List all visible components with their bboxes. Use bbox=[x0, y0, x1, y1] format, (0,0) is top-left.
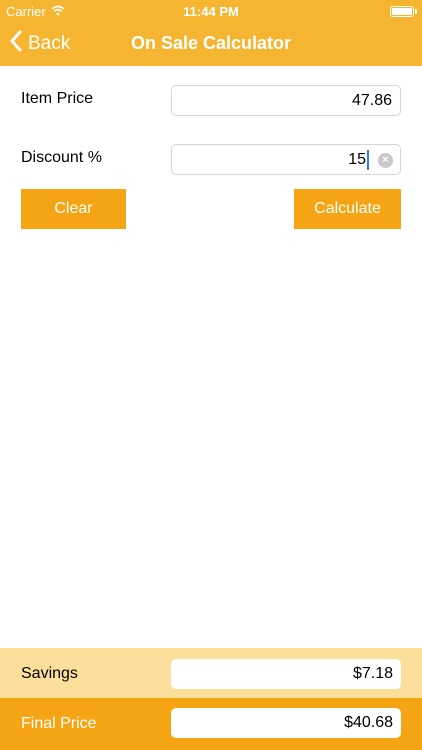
status-time: 11:44 PM bbox=[183, 4, 239, 19]
clear-button[interactable]: Clear bbox=[21, 189, 126, 229]
navigation-bar: Back On Sale Calculator bbox=[0, 22, 422, 66]
savings-panel: Savings $7.18 bbox=[0, 648, 422, 698]
final-price-value: $40.68 bbox=[344, 714, 393, 731]
item-price-label: Item Price bbox=[21, 90, 94, 107]
discount-field[interactable]: 15 × bbox=[171, 144, 401, 175]
final-price-label: Final Price bbox=[21, 715, 97, 732]
top-bar: Carrier 11:44 PM Back On Sale Calculator bbox=[0, 0, 422, 66]
final-price-panel: Final Price $40.68 bbox=[0, 698, 422, 750]
clear-circle-icon[interactable]: × bbox=[378, 153, 393, 168]
calculate-button[interactable]: Calculate bbox=[294, 189, 401, 229]
savings-field: $7.18 bbox=[171, 659, 401, 689]
savings-label: Savings bbox=[21, 665, 78, 682]
item-price-field[interactable]: 47.86 bbox=[171, 85, 401, 116]
text-cursor bbox=[367, 150, 369, 170]
item-price-row: Item Price 47.86 bbox=[0, 80, 422, 120]
discount-row: Discount % 15 × bbox=[0, 139, 422, 179]
discount-value: 15 bbox=[348, 151, 366, 168]
item-price-value: 47.86 bbox=[351, 92, 392, 109]
savings-value: $7.18 bbox=[352, 665, 393, 682]
status-bar: Carrier 11:44 PM bbox=[0, 0, 422, 22]
final-price-field: $40.68 bbox=[171, 708, 401, 738]
discount-label: Discount % bbox=[21, 149, 102, 166]
battery-icon bbox=[390, 6, 417, 17]
page-title: On Sale Calculator bbox=[130, 33, 292, 53]
